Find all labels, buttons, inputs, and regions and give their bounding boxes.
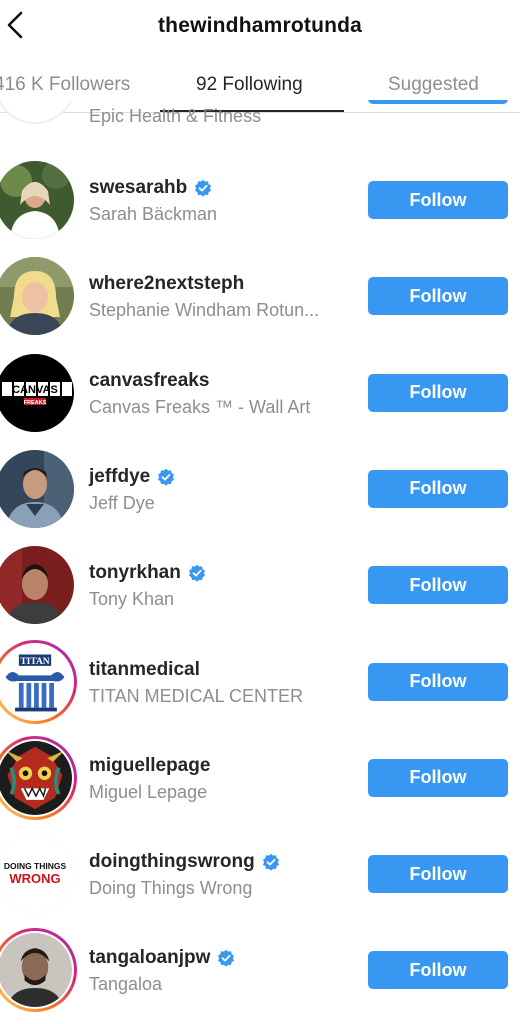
username-text[interactable]: canvasfreaks	[89, 370, 209, 392]
avatar[interactable]	[0, 928, 77, 1013]
username[interactable]: doingthingswrong	[89, 851, 280, 873]
list-item-partial[interactable]: Epic Health & Fitness	[0, 100, 520, 132]
verified-badge-icon	[195, 179, 212, 197]
top-bar: thewindhamrotunda	[0, 0, 520, 52]
chevron-left-icon	[7, 11, 23, 39]
avatar[interactable]	[0, 257, 74, 336]
svg-text:DOING THINGS: DOING THINGS	[4, 861, 67, 871]
username[interactable]: tangaloanjpw	[89, 947, 235, 969]
verified-badge-icon	[262, 853, 279, 871]
username-text[interactable]: miguellepage	[89, 755, 210, 777]
username-text[interactable]: tangaloanjpw	[89, 947, 210, 969]
avatar[interactable]: DOING THINGS WRONG	[0, 835, 74, 914]
follow-button[interactable]: Follow	[368, 469, 508, 508]
full-name: Jeff Dye	[89, 492, 155, 513]
full-name: TITAN MEDICAL CENTER	[89, 685, 304, 706]
avatar[interactable]: CANVAS FREAKS	[0, 353, 74, 432]
svg-text:WRONG: WRONG	[9, 871, 60, 886]
username-text[interactable]: doingthingswrong	[89, 851, 255, 873]
svg-text:FREAKS: FREAKS	[24, 400, 47, 406]
full-name: Epic Health & Fitness	[89, 106, 262, 126]
avatar[interactable]	[0, 546, 74, 625]
username[interactable]: tonyrkhan	[89, 562, 206, 584]
list-item[interactable]: CANVAS FREAKS canvasfreaks Canvas Freaks ™ …	[0, 345, 520, 441]
verified-badge-icon	[218, 950, 235, 967]
avatar[interactable]: TITAN	[0, 639, 77, 724]
list-item[interactable]: tangaloanjpw Tangaloa Follow	[0, 922, 520, 1018]
username-text[interactable]: swesarahb	[89, 177, 187, 199]
full-name: Doing Things Wrong	[89, 878, 253, 899]
follow-button[interactable]: Follow	[368, 566, 508, 605]
follow-button[interactable]: Follow	[368, 855, 508, 894]
list-item[interactable]: swesarahb Sarah Bäckman Follow	[0, 152, 520, 248]
follow-button[interactable]: Follow	[368, 373, 508, 412]
list-item[interactable]: miguellepage Miguel Lepage Follow	[0, 730, 520, 826]
full-name: Canvas Freaks ™ - Wall Art	[89, 396, 311, 417]
username[interactable]: where2nextsteph	[89, 273, 244, 295]
full-name: Tony Khan	[89, 589, 175, 610]
follow-button[interactable]: Follow	[368, 951, 508, 990]
follow-button[interactable]: Follow	[368, 181, 508, 219]
list-item[interactable]: jeffdye Jeff Dye Follow	[0, 441, 520, 537]
avatar[interactable]	[0, 161, 74, 239]
list-item[interactable]: DOING THINGS WRONG doingthingswrong Doing T…	[0, 826, 520, 922]
list-item[interactable]: tonyrkhan Tony Khan Follow	[0, 537, 520, 633]
username[interactable]: canvasfreaks	[89, 370, 209, 392]
svg-text:TITAN: TITAN	[20, 656, 49, 666]
username-text[interactable]: titanmedical	[89, 659, 200, 681]
username[interactable]: jeffdye	[89, 466, 175, 488]
avatar	[0, 100, 76, 124]
follow-button[interactable]: Follow	[368, 662, 508, 701]
full-name: Tangaloa	[89, 974, 163, 995]
back-button[interactable]	[2, 8, 28, 42]
svg-text:CANVAS: CANVAS	[12, 384, 58, 396]
full-name: Miguel Lepage	[89, 781, 208, 802]
verified-badge-icon	[188, 564, 205, 582]
avatar[interactable]	[0, 449, 74, 528]
username[interactable]: miguellepage	[89, 755, 210, 777]
list-item[interactable]: where2nextsteph Stephanie Windham Rotun..…	[0, 248, 520, 344]
follow-button[interactable]: Follow	[368, 277, 508, 316]
username[interactable]: swesarahb	[89, 177, 212, 199]
verified-badge-icon	[158, 468, 175, 486]
avatar[interactable]	[0, 735, 77, 820]
follow-button[interactable]: Follow	[368, 758, 508, 797]
username-text[interactable]: jeffdye	[89, 466, 150, 488]
full-name: Stephanie Windham Rotun...	[89, 300, 320, 321]
full-name: Sarah Bäckman	[89, 204, 218, 224]
page-title: thewindhamrotunda	[157, 14, 363, 37]
username-text[interactable]: where2nextsteph	[89, 273, 244, 295]
list-item[interactable]: TITAN titanmedical TITAN MEDICAL CENTER Fol…	[0, 634, 520, 730]
follow-button[interactable]	[368, 100, 508, 104]
username-text[interactable]: tonyrkhan	[89, 562, 181, 584]
username[interactable]: titanmedical	[89, 659, 200, 681]
